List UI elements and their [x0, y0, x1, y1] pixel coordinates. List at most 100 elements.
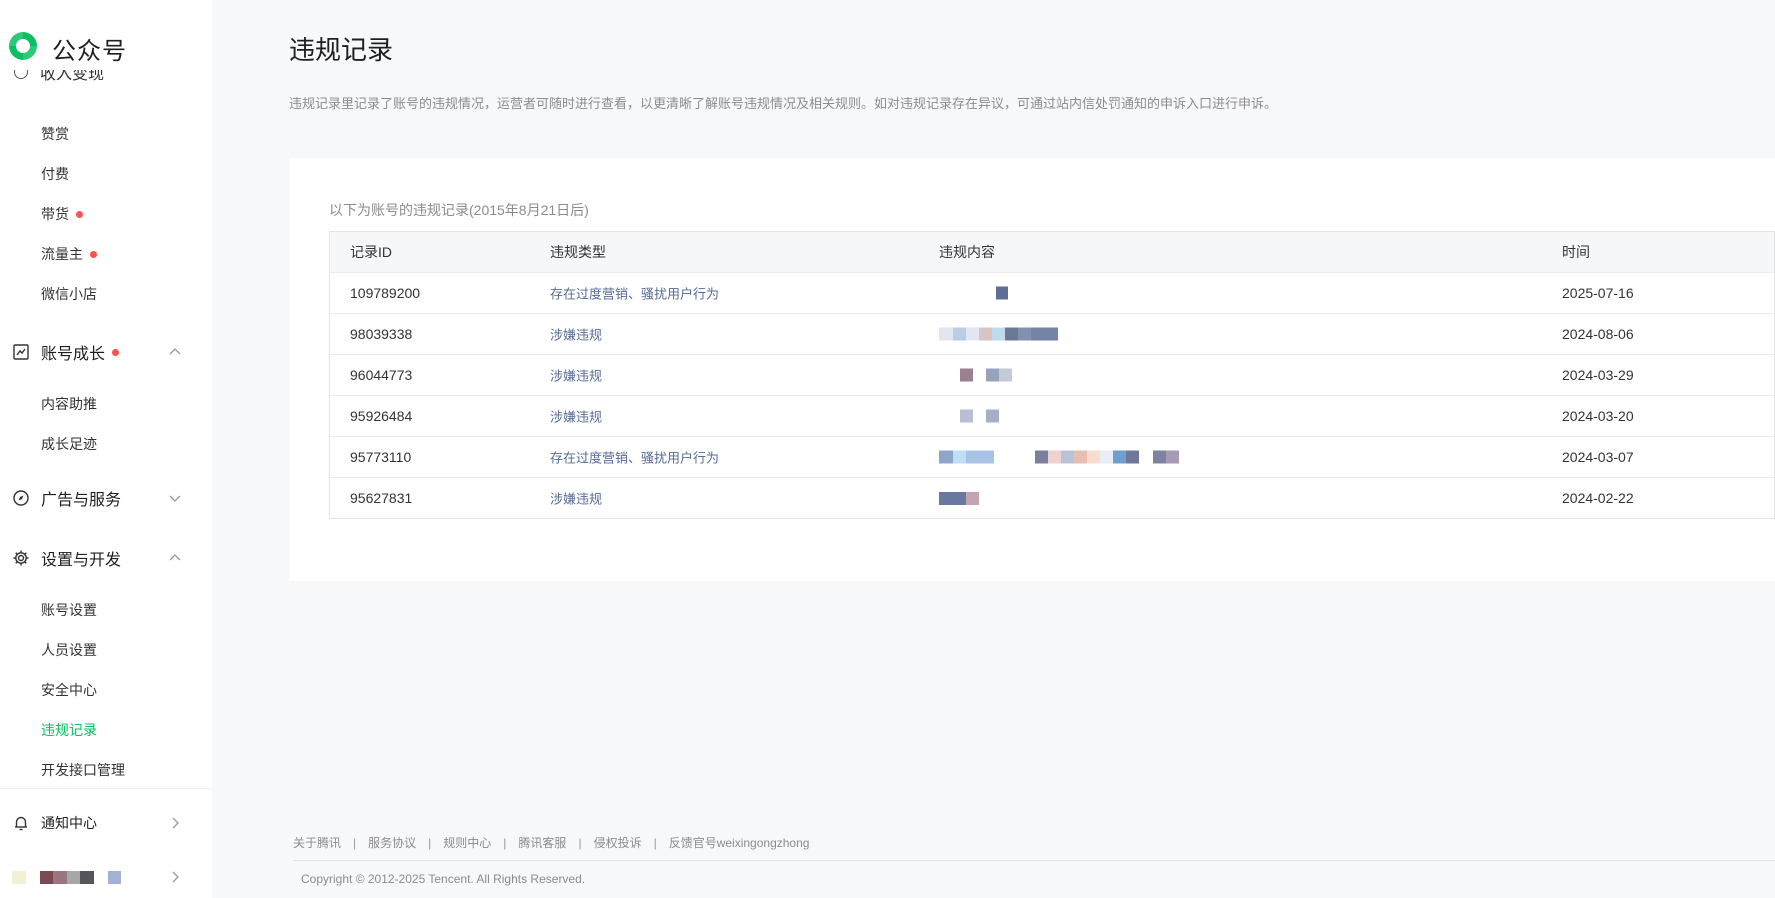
page-title: 违规记录 [289, 35, 394, 65]
sidebar-item-label: 开发接口管理 [41, 762, 125, 778]
sidebar-item-label: 流量主 [41, 246, 83, 262]
chevron-down-icon [168, 491, 182, 505]
chevron-right-icon [168, 870, 182, 884]
sidebar-group-label: 设置与开发 [41, 552, 122, 569]
sidebar-group-income[interactable]: 收入变现 [14, 70, 194, 88]
footer-link-feedback[interactable]: 反馈官号weixingongzhong [669, 834, 810, 851]
notification-dot [90, 250, 97, 258]
record-id: 95627831 [350, 490, 413, 506]
sidebar-item-wechat-shop[interactable]: 微信小店 [41, 284, 97, 304]
wallet-icon [14, 70, 28, 79]
table-header: 记录ID 违规类型 违规内容 时间 [330, 232, 1774, 272]
sidebar-group-label: 账号成长 [41, 346, 106, 363]
sidebar: 公众号 收入变现 赞赏 付费 带货 流量主 微信小店 账号成长 内容助推 成长足… [0, 0, 212, 898]
sidebar-item-label: 内容助推 [41, 396, 97, 412]
column-header-type: 违规类型 [550, 244, 606, 260]
notification-dot [76, 210, 83, 218]
page-description: 违规记录里记录了账号的违规情况，运营者可随时进行查看，以更清晰了解账号违规情况及… [289, 96, 1278, 111]
brand-logo[interactable]: 公众号 [6, 28, 127, 68]
sidebar-item-reward[interactable]: 赞赏 [41, 124, 69, 144]
sidebar-item-growth-trail[interactable]: 成长足迹 [41, 434, 97, 454]
account-switcher[interactable] [12, 870, 182, 884]
record-id: 95926484 [350, 408, 413, 424]
violation-content-redacted [960, 409, 999, 423]
footer-separator: | [578, 835, 582, 850]
sidebar-item-content-boost[interactable]: 内容助推 [41, 394, 97, 414]
sidebar-item-notification-center[interactable]: 通知中心 [12, 813, 182, 833]
sidebar-item-traffic-host[interactable]: 流量主 [41, 244, 97, 264]
violation-records-card: 以下为账号的违规记录(2015年8月21日后) 记录ID 违规类型 违规内容 时… [289, 158, 1775, 581]
table-row: 96044773 涉嫌违规 2024-03-29 [330, 354, 1774, 395]
sidebar-item-label: 微信小店 [41, 286, 97, 302]
account-name-redacted [40, 870, 121, 884]
sidebar-group-ads[interactable]: 广告与服务 [12, 486, 182, 510]
chevron-up-icon [168, 551, 182, 565]
footer-link-infringement[interactable]: 侵权投诉 [594, 834, 642, 851]
sidebar-group-settings[interactable]: 设置与开发 [12, 546, 182, 570]
sidebar-item-label: 违规记录 [41, 722, 97, 738]
record-id: 98039338 [350, 326, 413, 342]
footer-separator: | [653, 835, 657, 850]
column-header-content: 违规内容 [939, 244, 995, 260]
sidebar-item-paid[interactable]: 付费 [41, 164, 69, 184]
record-id: 96044773 [350, 367, 413, 383]
footer-link-about[interactable]: 关于腾讯 [293, 834, 341, 851]
column-header-time: 时间 [1562, 244, 1590, 260]
footer-separator: | [353, 835, 357, 850]
record-time: 2025-07-16 [1562, 285, 1634, 301]
sidebar-group-label: 广告与服务 [41, 492, 122, 509]
bell-icon [12, 814, 30, 832]
violation-content-redacted [939, 450, 1179, 464]
sidebar-item-label: 人员设置 [41, 642, 97, 658]
records-table: 记录ID 违规类型 违规内容 时间 109789200 存在过度营销、骚扰用户行… [329, 231, 1775, 519]
sidebar-item-commerce[interactable]: 带货 [41, 204, 83, 224]
record-time: 2024-03-29 [1562, 367, 1634, 383]
compass-icon [12, 489, 30, 507]
wechat-official-logo-icon [6, 29, 40, 68]
table-row: 98039338 涉嫌违规 2024-08-06 [330, 313, 1774, 354]
sidebar-item-label: 安全中心 [41, 682, 97, 698]
footer-divider [293, 860, 1775, 861]
brand-name: 公众号 [52, 37, 127, 65]
footer-separator: | [503, 835, 507, 850]
sidebar-item-dev-api[interactable]: 开发接口管理 [41, 760, 125, 780]
footer-link-rules-center[interactable]: 规则中心 [443, 834, 491, 851]
gear-icon [12, 549, 30, 567]
sidebar-item-label: 成长足迹 [41, 436, 97, 452]
violation-type-link[interactable]: 涉嫌违规 [550, 366, 602, 385]
chevron-right-icon [168, 816, 182, 830]
table-row: 95627831 涉嫌违规 2024-02-22 [330, 477, 1774, 518]
sidebar-item-violation-records[interactable]: 违规记录 [41, 720, 97, 740]
record-id: 95773110 [350, 449, 412, 465]
sidebar-item-account-settings[interactable]: 账号设置 [41, 600, 97, 620]
sidebar-item-member-settings[interactable]: 人员设置 [41, 640, 97, 660]
table-row: 95926484 涉嫌违规 2024-03-20 [330, 395, 1774, 436]
trend-chart-icon [12, 343, 30, 361]
sidebar-divider [0, 788, 212, 789]
sidebar-item-security-center[interactable]: 安全中心 [41, 680, 97, 700]
footer-link-service-agreement[interactable]: 服务协议 [368, 834, 416, 851]
records-caption: 以下为账号的违规记录(2015年8月21日后) [329, 202, 589, 218]
record-time: 2024-08-06 [1562, 326, 1634, 342]
violation-type-link[interactable]: 涉嫌违规 [550, 407, 602, 426]
copyright: Copyright © 2012-2025 Tencent. All Right… [301, 872, 586, 886]
table-row: 109789200 存在过度营销、骚扰用户行为 2025-07-16 [330, 272, 1774, 313]
notification-dot [112, 348, 120, 356]
violation-type-link[interactable]: 存在过度营销、骚扰用户行为 [550, 284, 719, 303]
violation-type-link[interactable]: 涉嫌违规 [550, 489, 602, 508]
violation-content-redacted [939, 492, 979, 505]
record-time: 2024-03-07 [1562, 449, 1634, 465]
column-header-id: 记录ID [350, 244, 392, 260]
table-row: 95773110 存在过度营销、骚扰用户行为 2024-03-07 [330, 436, 1774, 477]
record-time: 2024-02-22 [1562, 490, 1634, 506]
footer-link-customer-service[interactable]: 腾讯客服 [518, 834, 566, 851]
sidebar-item-label: 赞赏 [41, 126, 69, 142]
record-time: 2024-03-20 [1562, 408, 1634, 424]
violation-type-link[interactable]: 存在过度营销、骚扰用户行为 [550, 448, 719, 467]
sidebar-group-growth[interactable]: 账号成长 [12, 340, 182, 364]
sidebar-group-label: 通知中心 [41, 815, 97, 831]
account-avatar [12, 870, 26, 884]
chevron-up-icon [168, 345, 182, 359]
record-id: 109789200 [350, 285, 421, 301]
violation-type-link[interactable]: 涉嫌违规 [550, 325, 602, 344]
